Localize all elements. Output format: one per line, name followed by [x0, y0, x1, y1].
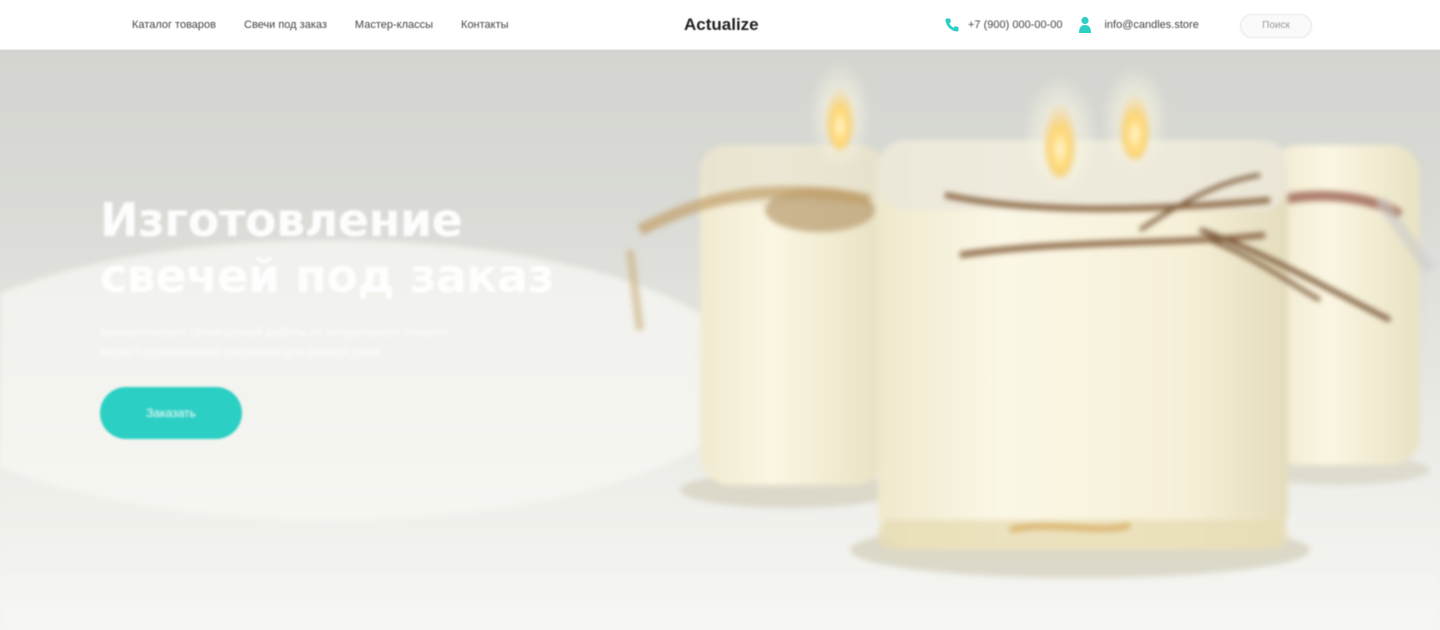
hero-title: Изготовление свечей под заказ [100, 192, 620, 304]
search-button[interactable]: Поиск [1240, 14, 1312, 38]
main-nav: Каталог товаров Свечи под заказ Мастер-к… [132, 0, 537, 50]
nav-item-catalog[interactable]: Каталог товаров [132, 19, 216, 31]
site-logo[interactable]: Actualize [684, 15, 759, 35]
nav-item-custom-candles[interactable]: Свечи под заказ [244, 19, 327, 31]
nav-item-contacts[interactable]: Контакты [461, 19, 509, 31]
hero-section: Изготовление свечей под заказ Ароматичес… [0, 50, 1440, 630]
site-header: Каталог товаров Свечи под заказ Мастер-к… [0, 0, 1440, 50]
phone-number[interactable]: +7 (900) 000-00-00 [968, 19, 1062, 31]
nav-item-workshops[interactable]: Мастер-классы [355, 19, 433, 31]
hero-title-line-1: Изготовление [100, 193, 463, 247]
user-icon [1079, 16, 1092, 33]
order-button[interactable]: Заказать [100, 387, 242, 439]
hero-subtitle: Ароматические свечи ручной работы из нат… [100, 325, 448, 359]
hero-title-line-2: свечей под заказ [100, 249, 554, 303]
phone-icon [945, 18, 959, 32]
header-contacts: +7 (900) 000-00-00 info@candles.store [944, 0, 1199, 50]
email-link[interactable]: info@candles.store [1104, 19, 1198, 31]
